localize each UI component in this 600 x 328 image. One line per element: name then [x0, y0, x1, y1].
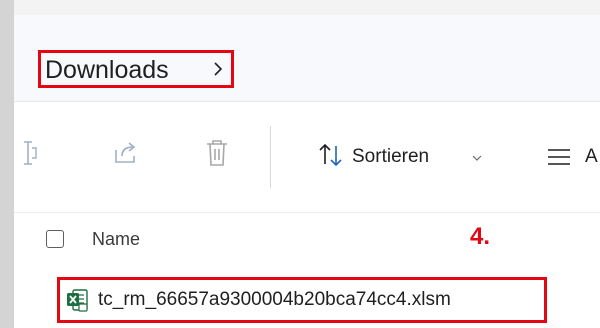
chevron-down-icon[interactable]	[472, 154, 482, 162]
rename-icon[interactable]	[22, 138, 38, 168]
view-icon[interactable]	[546, 148, 572, 166]
select-all-checkbox[interactable]	[46, 230, 64, 248]
step-annotation: 4.	[470, 223, 491, 250]
excel-icon	[67, 289, 88, 312]
breadcrumb[interactable]: Downloads	[38, 50, 234, 88]
title-strip	[14, 0, 600, 15]
column-header-row: Name 4.	[14, 213, 600, 265]
command-bar: Sortieren A	[14, 102, 600, 212]
file-explorer-window: Downloads Sortieren A Name 4. tc_rm_6665…	[14, 0, 600, 328]
file-name[interactable]: tc_rm_66657a9300004b20bca74cc4.xlsm	[98, 289, 451, 311]
delete-icon[interactable]	[204, 138, 230, 168]
file-list-item[interactable]: tc_rm_66657a9300004b20bca74cc4.xlsm	[57, 277, 547, 323]
chevron-right-icon[interactable]	[213, 62, 223, 76]
view-button-label[interactable]: A	[585, 146, 598, 168]
sort-icon[interactable]	[318, 142, 344, 168]
address-bar: Downloads	[14, 15, 600, 101]
toolbar-divider	[270, 126, 271, 188]
sort-button[interactable]: Sortieren	[352, 146, 429, 168]
breadcrumb-downloads[interactable]: Downloads	[45, 55, 169, 85]
share-icon[interactable]	[112, 140, 140, 166]
column-header-name[interactable]: Name	[92, 229, 140, 250]
